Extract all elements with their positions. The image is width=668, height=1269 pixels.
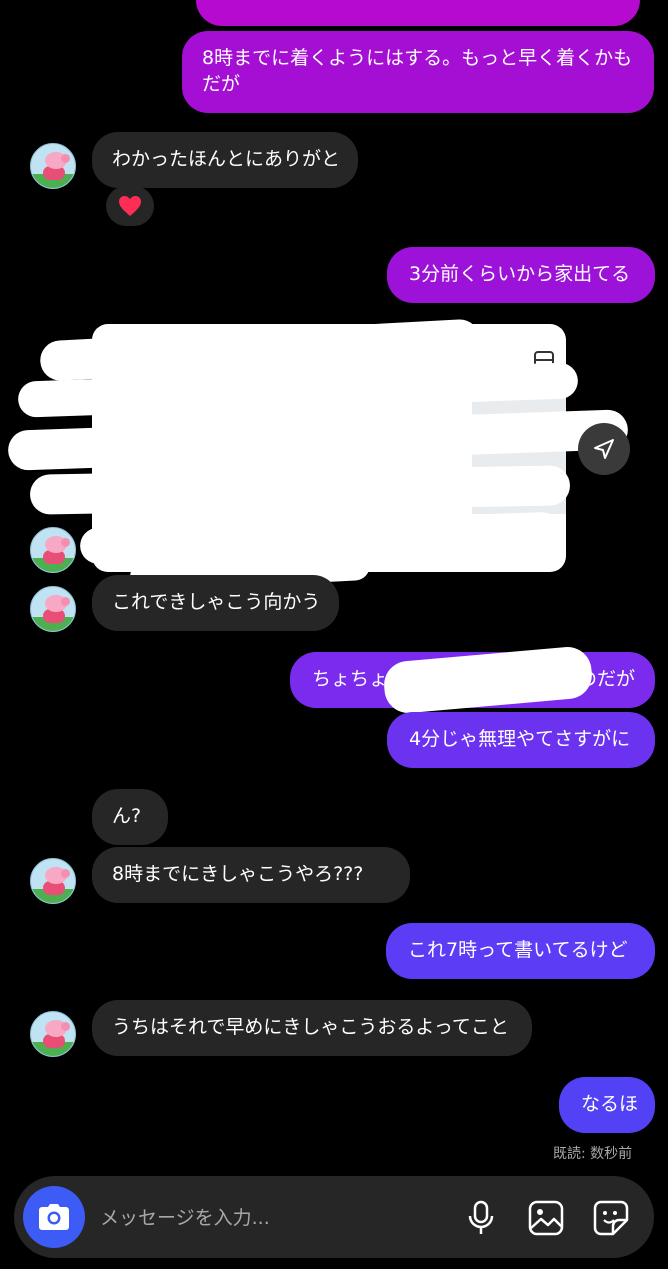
received-message-1[interactable]: わかったほんとにありがと: [92, 132, 358, 188]
sent-message-1[interactable]: 8時までに着くようにはする。もっと早く着くかも だが: [182, 31, 654, 113]
message-text: だが: [202, 73, 241, 95]
message-text: わかったほんとにありがと: [112, 148, 341, 170]
share-button[interactable]: [578, 423, 630, 475]
message-text: 8時までに着くようにはする。もっと早く着くかも: [202, 47, 633, 69]
avatar[interactable]: [30, 586, 76, 632]
sent-message-6[interactable]: なるほ: [559, 1077, 655, 1133]
microphone-button[interactable]: [461, 1198, 501, 1238]
received-message-3[interactable]: ん?: [92, 789, 168, 845]
message-text: ちょちょ: [312, 668, 389, 690]
sent-message-cutoff[interactable]: [196, 0, 640, 26]
received-message-4[interactable]: 8時までにきしゃこうやろ???: [92, 847, 410, 903]
message-text: これ7時って書いてるけど: [408, 939, 628, 961]
avatar[interactable]: [30, 143, 76, 189]
message-composer: [14, 1176, 654, 1258]
message-input[interactable]: [98, 1198, 442, 1238]
image-icon: [528, 1200, 564, 1236]
avatar[interactable]: [30, 1011, 76, 1057]
send-icon: [594, 439, 614, 459]
heart-reaction[interactable]: [106, 186, 154, 226]
message-text: ん?: [112, 805, 142, 827]
camera-button[interactable]: [23, 1186, 85, 1248]
read-receipt: 既読: 数秒前: [553, 1146, 633, 1162]
message-text: 4分じゃ無理やてさすがに: [409, 728, 631, 750]
avatar[interactable]: [30, 527, 76, 573]
received-message-5[interactable]: うちはそれで早めにきしゃこうおるよってこと: [92, 1000, 532, 1056]
sticker-icon: [593, 1200, 629, 1236]
avatar[interactable]: [30, 858, 76, 904]
sent-message-5[interactable]: これ7時って書いてるけど: [386, 923, 655, 979]
received-message-2[interactable]: これできしゃこう向かう: [92, 575, 339, 631]
message-text: これできしゃこう向かう: [112, 591, 321, 613]
heart-icon: [119, 196, 141, 216]
message-text: うちはそれで早めにきしゃこうおるよってこと: [112, 1016, 509, 1038]
message-text: 3分前くらいから家出てる: [409, 263, 631, 285]
sent-message-2[interactable]: 3分前くらいから家出てる: [387, 247, 655, 303]
message-text: なるほ: [581, 1093, 639, 1115]
microphone-icon: [468, 1200, 494, 1234]
message-text: 8時までにきしゃこうやろ???: [112, 863, 364, 885]
gallery-button[interactable]: [526, 1198, 566, 1238]
sticker-button[interactable]: [591, 1198, 631, 1238]
sent-message-4[interactable]: 4分じゃ無理やてさすがに: [387, 712, 655, 768]
camera-icon: [39, 1204, 69, 1230]
